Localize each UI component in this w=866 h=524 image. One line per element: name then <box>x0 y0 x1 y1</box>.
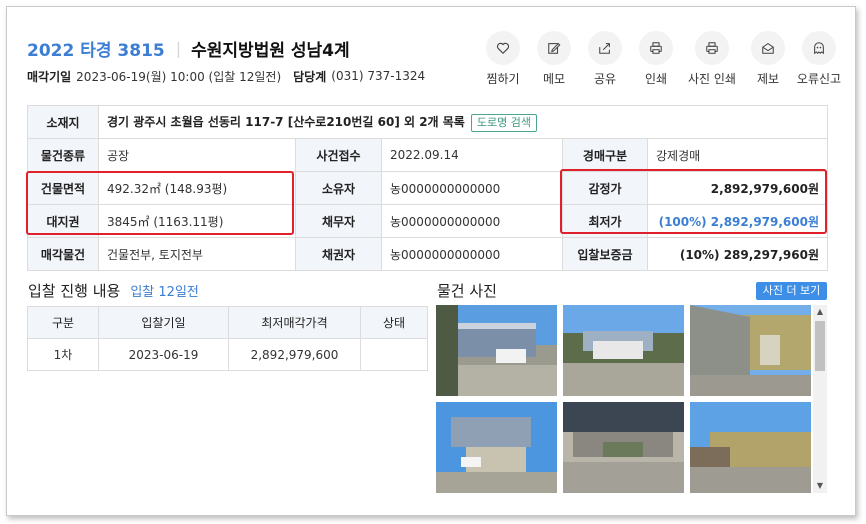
deposit-value: (10%) 289,297,960원 <box>646 237 829 271</box>
printer-icon <box>650 42 662 54</box>
col-price: 최저매각가격 <box>228 306 361 339</box>
deposit-label: 입찰보증금 <box>562 237 648 271</box>
report-label: 제보 <box>756 72 780 86</box>
debtor-label: 채무자 <box>295 204 382 238</box>
sale-date-value: 2023-06-19(월) 10:00 (입찰 12일전) <box>76 69 282 84</box>
creditor-value: 농0000000000000 <box>381 237 563 271</box>
building-area-value: 492.32㎡ (148.93평) <box>98 171 296 205</box>
share-button[interactable]: 공유 <box>580 31 630 87</box>
error-report-button[interactable]: 오류신고 <box>794 31 844 87</box>
appraisal-label: 감정가 <box>562 171 648 205</box>
photo-gallery <box>436 305 827 493</box>
min-price-label: 최저가 <box>562 204 648 238</box>
favorite-button[interactable]: 찜하기 <box>478 31 528 87</box>
address-value: 경기 광주시 초월읍 선동리 117-7 [산수로210번길 60] 외 2개 … <box>107 114 465 129</box>
memo-button[interactable]: 메모 <box>529 31 579 87</box>
bidding-table: 구분 입찰기일 최저매각가격 상태 1차 2023-06-19 2,892,97… <box>27 306 428 371</box>
address-row: 소재지 경기 광주시 초월읍 선동리 117-7 [산수로210번길 60] 외… <box>27 105 829 139</box>
photo-thumbnail[interactable] <box>563 305 684 396</box>
type-row: 물건종류 공장 사건접수 2022.09.14 경매구분 강제경매 <box>27 138 829 172</box>
scroll-up-arrow-icon[interactable]: ▲ <box>813 305 827 319</box>
dept-phone: (031) 737-1324 <box>331 69 426 83</box>
sale-item-label: 매각물건 <box>27 237 99 271</box>
owner-label: 소유자 <box>295 171 382 205</box>
received-label: 사건접수 <box>295 138 382 172</box>
print-label: 인쇄 <box>644 72 668 86</box>
report-button[interactable]: 제보 <box>743 31 793 87</box>
address-cell: 경기 광주시 초월읍 선동리 117-7 [산수로210번길 60] 외 2개 … <box>97 105 829 139</box>
col-date: 입찰기일 <box>98 306 229 339</box>
sale-date-label: 매각기일 <box>27 69 72 84</box>
sale-item-value: 건물전부, 토지전부 <box>98 237 296 271</box>
error-report-label: 오류신고 <box>796 72 842 86</box>
bidding-header-row: 구분 입찰기일 최저매각가격 상태 <box>27 306 428 339</box>
action-toolbar: 찜하기 메모 공유 인쇄 사진 인쇄 제보 오류신고 <box>478 31 845 87</box>
ghost-icon <box>814 42 824 55</box>
title-row: 2022 타경 3815 | 수원지방법원 성남4계 <box>27 36 350 61</box>
received-value: 2022.09.14 <box>381 138 563 172</box>
photo-print-label: 사진 인쇄 <box>688 72 736 86</box>
land-right-row: 대지권 3845㎡ (1163.11평) 채무자 농0000000000000 … <box>27 204 829 238</box>
owner-value: 농0000000000000 <box>381 171 563 205</box>
photo-thumbnail[interactable] <box>690 305 811 396</box>
dept-label: 담당계 <box>293 69 327 84</box>
photos-title: 물건 사진 <box>437 282 497 300</box>
table-row: 1차 2023-06-19 2,892,979,600 <box>27 338 428 371</box>
favorite-label: 찜하기 <box>486 72 520 86</box>
printer-icon <box>706 42 718 54</box>
share-label: 공유 <box>593 72 617 86</box>
type-value: 공장 <box>98 138 296 172</box>
building-area-row: 건물면적 492.32㎡ (148.93평) 소유자 농000000000000… <box>27 171 829 205</box>
bidding-title: 입찰 진행 내용 <box>28 282 121 300</box>
auction-type-value: 강제경매 <box>646 138 829 172</box>
bidding-section-title: 입찰 진행 내용 입찰 12일전 <box>28 280 199 301</box>
min-price-value: (100%) 2,892,979,600원 <box>646 204 829 238</box>
scroll-down-arrow-icon[interactable]: ▼ <box>813 479 827 493</box>
date-cell: 2023-06-19 <box>98 338 229 371</box>
auction-type-label: 경매구분 <box>562 138 648 172</box>
creditor-label: 채권자 <box>295 237 382 271</box>
status-cell <box>360 338 428 371</box>
type-label: 물건종류 <box>27 138 99 172</box>
title-divider: | <box>175 38 182 58</box>
address-label: 소재지 <box>27 105 99 139</box>
schedule-row: 매각기일 2023-06-19(월) 10:00 (입찰 12일전) 담당계 (… <box>27 67 425 85</box>
sale-item-row: 매각물건 건물전부, 토지전부 채권자 농0000000000000 입찰보증금… <box>27 237 829 271</box>
bidding-note: 입찰 12일전 <box>130 285 199 300</box>
col-status: 상태 <box>360 306 428 339</box>
print-button[interactable]: 인쇄 <box>631 31 681 87</box>
photo-thumbnail[interactable] <box>563 402 684 493</box>
price-cell: 2,892,979,600 <box>228 338 361 371</box>
round-cell: 1차 <box>27 338 99 371</box>
property-info-table: 소재지 경기 광주시 초월읍 선동리 117-7 [산수로210번길 60] 외… <box>27 105 829 271</box>
envelope-icon <box>762 42 774 54</box>
appraisal-value: 2,892,979,600원 <box>646 171 829 205</box>
case-number: 2022 타경 3815 <box>27 40 165 61</box>
land-right-value: 3845㎡ (1163.11평) <box>98 204 296 238</box>
col-round: 구분 <box>27 306 99 339</box>
photo-thumbnail[interactable] <box>690 402 811 493</box>
photo-print-button[interactable]: 사진 인쇄 <box>682 31 742 87</box>
memo-label: 메모 <box>542 72 566 86</box>
photos-section-title: 물건 사진 <box>437 280 497 301</box>
photo-thumbnail[interactable] <box>436 402 557 493</box>
gallery-scrollbar[interactable]: ▲ ▼ <box>813 305 827 493</box>
pencil-icon <box>548 42 561 54</box>
court-name: 수원지방법원 성남4계 <box>191 40 350 61</box>
scroll-thumb[interactable] <box>815 321 825 371</box>
share-icon <box>599 43 610 54</box>
debtor-value: 농0000000000000 <box>381 204 563 238</box>
land-right-label: 대지권 <box>27 204 99 238</box>
building-area-label: 건물면적 <box>27 171 99 205</box>
photo-thumbnail[interactable] <box>436 305 557 396</box>
more-photos-button[interactable]: 사진 더 보기 <box>756 282 827 300</box>
road-name-search-button[interactable]: 도로명 검색 <box>470 113 537 132</box>
heart-icon <box>496 42 510 55</box>
